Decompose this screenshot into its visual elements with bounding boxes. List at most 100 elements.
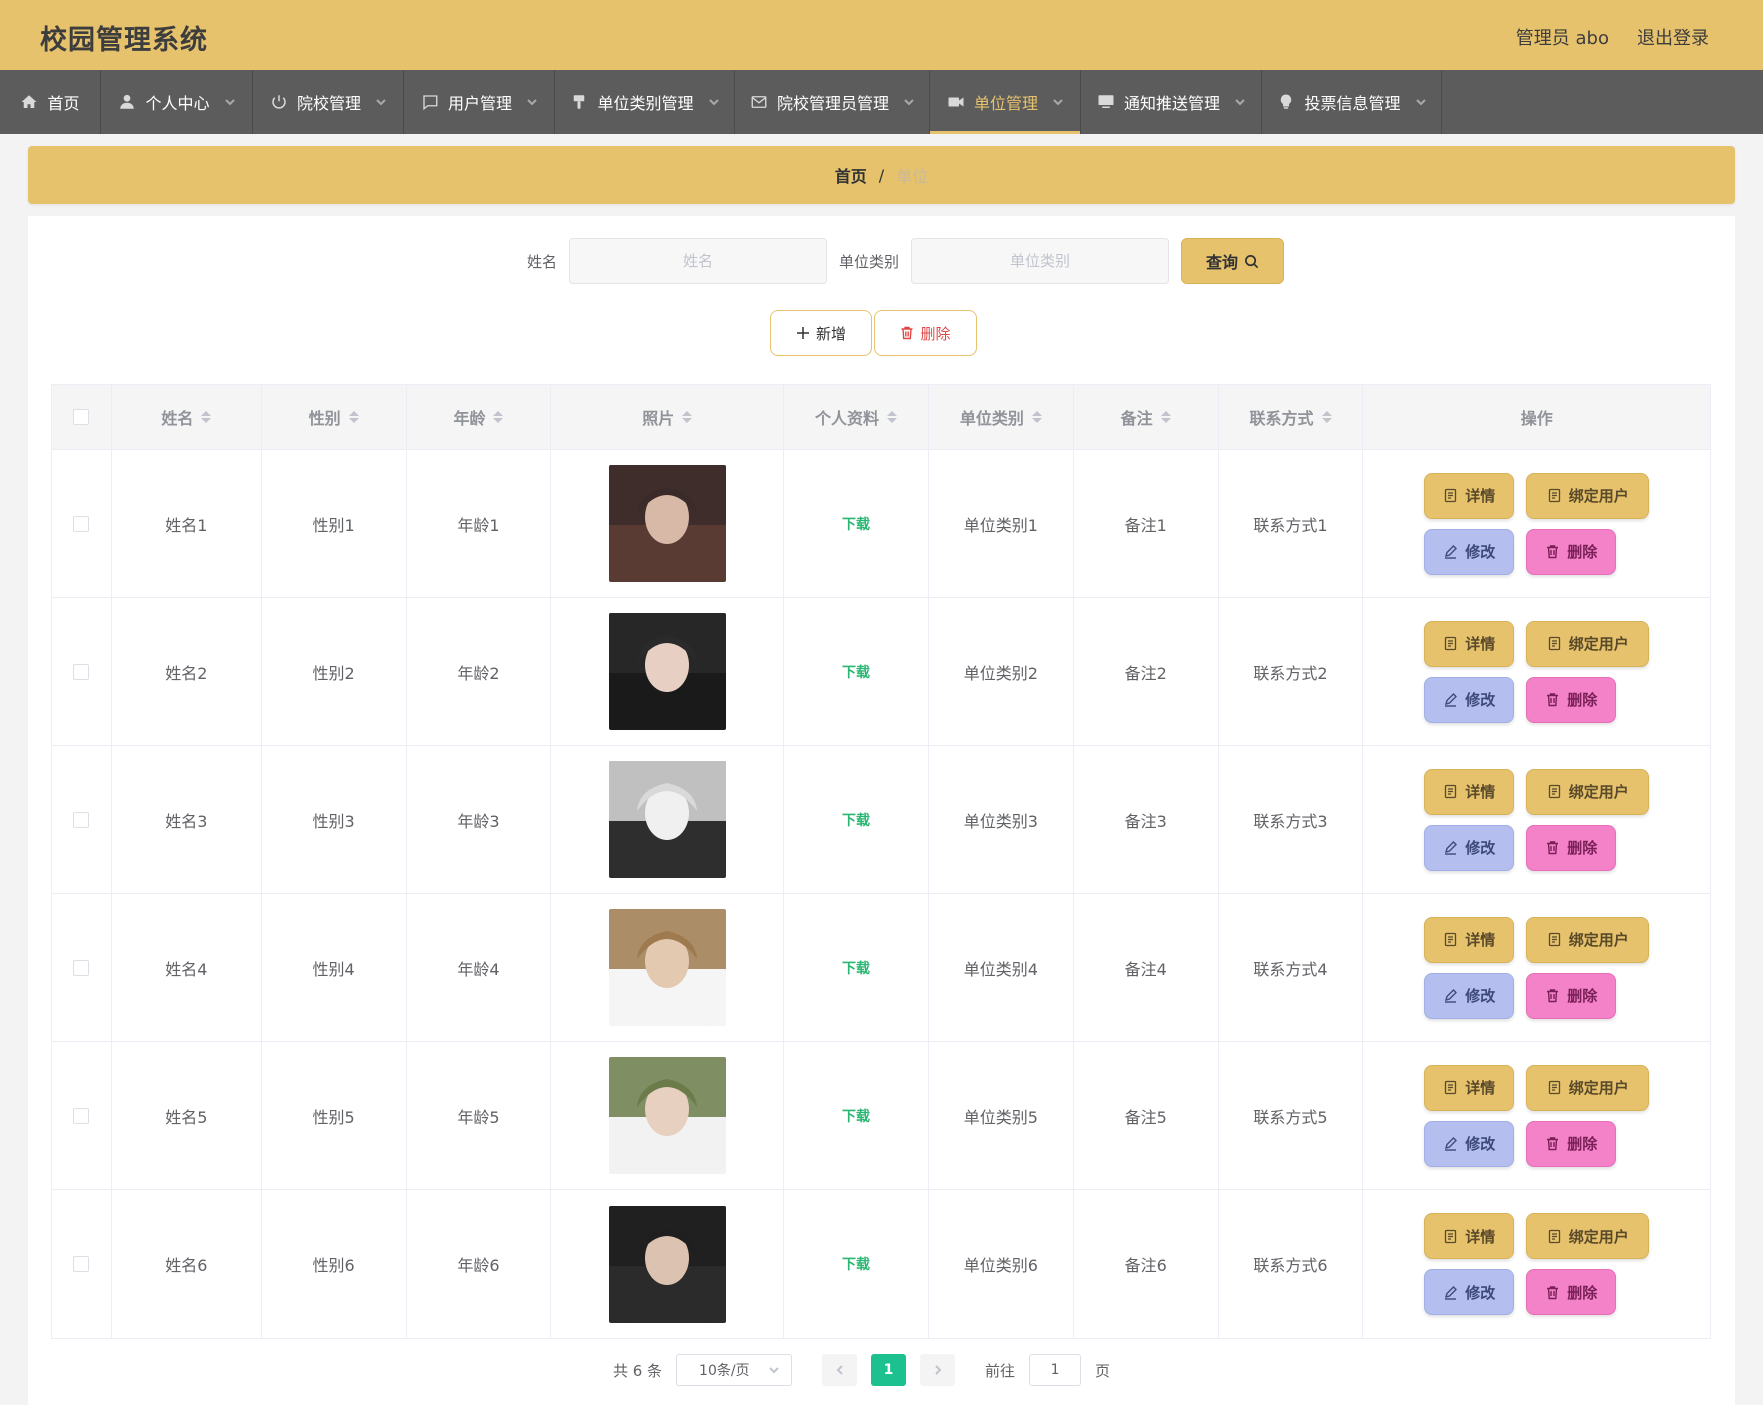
header-contact[interactable]: 联系方式 <box>1219 385 1364 449</box>
name-search-label: 姓名 <box>526 252 557 271</box>
detail-button[interactable]: 详情 <box>1424 620 1515 667</box>
detail-button[interactable]: 详情 <box>1424 768 1515 815</box>
delete-button[interactable]: 删除 <box>1526 528 1617 575</box>
bind-user-button[interactable]: 绑定用户 <box>1526 768 1650 815</box>
chevron-down-icon <box>527 99 537 106</box>
page-number-current[interactable]: 1 <box>871 1354 907 1386</box>
download-link[interactable]: 下载 <box>842 1254 870 1274</box>
admin-user-label[interactable]: 管理员 abo <box>1516 24 1609 50</box>
delete-button[interactable]: 删除 <box>1526 676 1617 723</box>
goto-page-input[interactable] <box>1029 1354 1082 1386</box>
row-checkbox[interactable] <box>73 1256 90 1272</box>
sort-icon[interactable] <box>348 411 359 423</box>
nav-item-vote-management[interactable]: 投票信息管理 <box>1262 70 1442 134</box>
delete-button[interactable]: 删除 <box>1526 1120 1617 1167</box>
sort-icon[interactable] <box>1031 411 1042 423</box>
nav-item-unit-category-management[interactable]: 单位类别管理 <box>555 70 735 134</box>
bind-user-button[interactable]: 绑定用户 <box>1526 472 1650 519</box>
sort-icon[interactable] <box>887 411 898 423</box>
header-category[interactable]: 单位类别 <box>929 385 1074 449</box>
name-search-input[interactable] <box>569 238 827 284</box>
nav-item-label: 通知推送管理 <box>1123 94 1220 113</box>
bind-user-button[interactable]: 绑定用户 <box>1526 620 1650 667</box>
cell-profile: 下载 <box>784 450 929 597</box>
nav-item-school-management[interactable]: 院校管理 <box>253 70 404 134</box>
category-search-input[interactable] <box>911 238 1170 284</box>
profile-photo[interactable] <box>608 613 726 730</box>
header-gender[interactable]: 性别 <box>262 385 407 449</box>
nav-item-personal-center[interactable]: 个人中心 <box>101 70 253 134</box>
sort-icon[interactable] <box>682 411 693 423</box>
profile-photo[interactable] <box>608 1057 726 1174</box>
edit-button-label: 修改 <box>1465 1283 1496 1302</box>
select-all-checkbox[interactable] <box>73 409 90 425</box>
query-button[interactable]: 查询 <box>1181 238 1285 284</box>
edit-button[interactable]: 修改 <box>1424 676 1515 723</box>
row-checkbox[interactable] <box>73 663 90 680</box>
bind-user-button[interactable]: 绑定用户 <box>1526 916 1650 963</box>
row-checkbox[interactable] <box>73 515 90 532</box>
sort-icon[interactable] <box>1321 411 1332 423</box>
detail-button[interactable]: 详情 <box>1424 1064 1515 1111</box>
next-page-button[interactable] <box>920 1354 956 1386</box>
logout-button[interactable]: 退出登录 <box>1637 24 1709 50</box>
table-row: 姓名1 性别1 年龄1 下载 单位类别1 备注1 联系方式1 详情 绑定用户 修改 删除 <box>52 450 1710 598</box>
document-icon <box>1445 1229 1457 1243</box>
sort-icon[interactable] <box>1160 411 1171 423</box>
nav-item-unit-management[interactable]: 单位管理 <box>930 70 1081 134</box>
download-link[interactable]: 下载 <box>842 958 870 978</box>
profile-photo[interactable] <box>608 761 726 878</box>
document-icon <box>1548 488 1560 503</box>
header-profile[interactable]: 个人资料 <box>784 385 929 449</box>
camera-icon <box>948 97 964 107</box>
row-action-group: 详情 绑定用户 修改 删除 <box>1424 768 1650 871</box>
profile-photo[interactable] <box>608 909 726 1026</box>
header-age[interactable]: 年龄 <box>407 385 552 449</box>
prev-page-button[interactable] <box>822 1354 858 1386</box>
download-link[interactable]: 下载 <box>842 514 870 534</box>
chevron-down-icon <box>1053 99 1063 106</box>
row-checkbox[interactable] <box>73 811 90 828</box>
breadcrumb-home[interactable]: 首页 <box>835 163 867 187</box>
cell-photo <box>551 598 785 745</box>
nav-item-school-admin-management[interactable]: 院校管理员管理 <box>735 70 930 134</box>
delete-button[interactable]: 删除 <box>1526 1269 1617 1315</box>
row-checkbox[interactable] <box>73 959 90 976</box>
header-name[interactable]: 姓名 <box>112 385 262 449</box>
edit-button[interactable]: 修改 <box>1424 1120 1515 1167</box>
sort-icon[interactable] <box>493 411 504 423</box>
nav-item-user-management[interactable]: 用户管理 <box>404 70 555 134</box>
detail-button[interactable]: 详情 <box>1424 472 1515 519</box>
edit-button[interactable]: 修改 <box>1424 1269 1515 1315</box>
detail-button[interactable]: 详情 <box>1424 1213 1515 1259</box>
bind-user-button-label: 绑定用户 <box>1568 931 1629 949</box>
row-action-group: 详情 绑定用户 修改 删除 <box>1424 620 1650 723</box>
batch-delete-button[interactable]: 删除 <box>874 310 977 356</box>
cell-category: 单位类别6 <box>929 1190 1074 1338</box>
page-size-select[interactable]: 10条/页 <box>676 1354 793 1386</box>
sort-icon[interactable] <box>201 411 212 423</box>
delete-button[interactable]: 删除 <box>1526 972 1617 1019</box>
header-note[interactable]: 备注 <box>1074 385 1219 449</box>
profile-photo[interactable] <box>608 1205 726 1323</box>
add-button[interactable]: 新增 <box>770 310 872 356</box>
detail-button[interactable]: 详情 <box>1424 916 1515 963</box>
edit-button[interactable]: 修改 <box>1424 824 1515 871</box>
add-button-label: 新增 <box>815 324 846 343</box>
bind-user-button[interactable]: 绑定用户 <box>1526 1064 1650 1111</box>
cell-actions: 详情 绑定用户 修改 删除 <box>1363 1042 1710 1189</box>
chevron-down-icon <box>376 99 386 106</box>
bind-user-button[interactable]: 绑定用户 <box>1526 1213 1650 1259</box>
nav-item-home[interactable]: 首页 <box>0 70 101 134</box>
download-link[interactable]: 下载 <box>842 662 870 682</box>
download-link[interactable]: 下载 <box>842 810 870 830</box>
download-link[interactable]: 下载 <box>842 1106 870 1126</box>
row-checkbox[interactable] <box>73 1107 90 1124</box>
pagination: 共 6 条 10条/页 1 前往 页 <box>8 1354 1715 1386</box>
header-photo[interactable]: 照片 <box>551 385 785 449</box>
delete-button[interactable]: 删除 <box>1526 824 1617 871</box>
edit-button[interactable]: 修改 <box>1424 972 1515 1019</box>
nav-item-notification-management[interactable]: 通知推送管理 <box>1081 70 1262 134</box>
edit-button[interactable]: 修改 <box>1424 528 1515 575</box>
profile-photo[interactable] <box>608 465 726 582</box>
